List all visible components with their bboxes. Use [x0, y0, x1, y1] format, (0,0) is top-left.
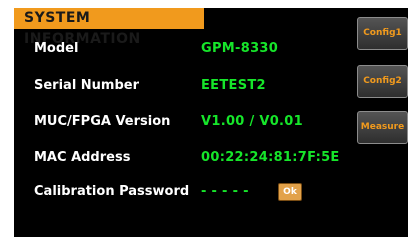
mac-address-label: MAC Address	[34, 150, 131, 165]
ok-button[interactable]: Ok	[278, 183, 302, 201]
calibration-password-field[interactable]: - - - - -	[201, 184, 249, 199]
version-value: V1.00 / V0.01	[201, 114, 303, 129]
measure-button[interactable]: Measure	[357, 111, 408, 144]
mac-address-value: 00:22:24:81:7F:5E	[201, 150, 340, 165]
serial-number-label: Serial Number	[34, 78, 140, 93]
page-title: SYSTEM INFORMATION	[14, 8, 204, 47]
version-label: MUC/FPGA Version	[34, 114, 171, 129]
system-info-screen: SYSTEM INFORMATION Model GPM-8330 Serial…	[14, 8, 408, 237]
config1-button[interactable]: Config1	[357, 17, 408, 50]
model-value: GPM-8330	[201, 41, 279, 56]
model-label: Model	[34, 41, 79, 56]
calibration-password-label: Calibration Password	[34, 184, 190, 199]
config2-button[interactable]: Config2	[357, 65, 408, 98]
serial-number-value: EETEST2	[201, 78, 266, 93]
